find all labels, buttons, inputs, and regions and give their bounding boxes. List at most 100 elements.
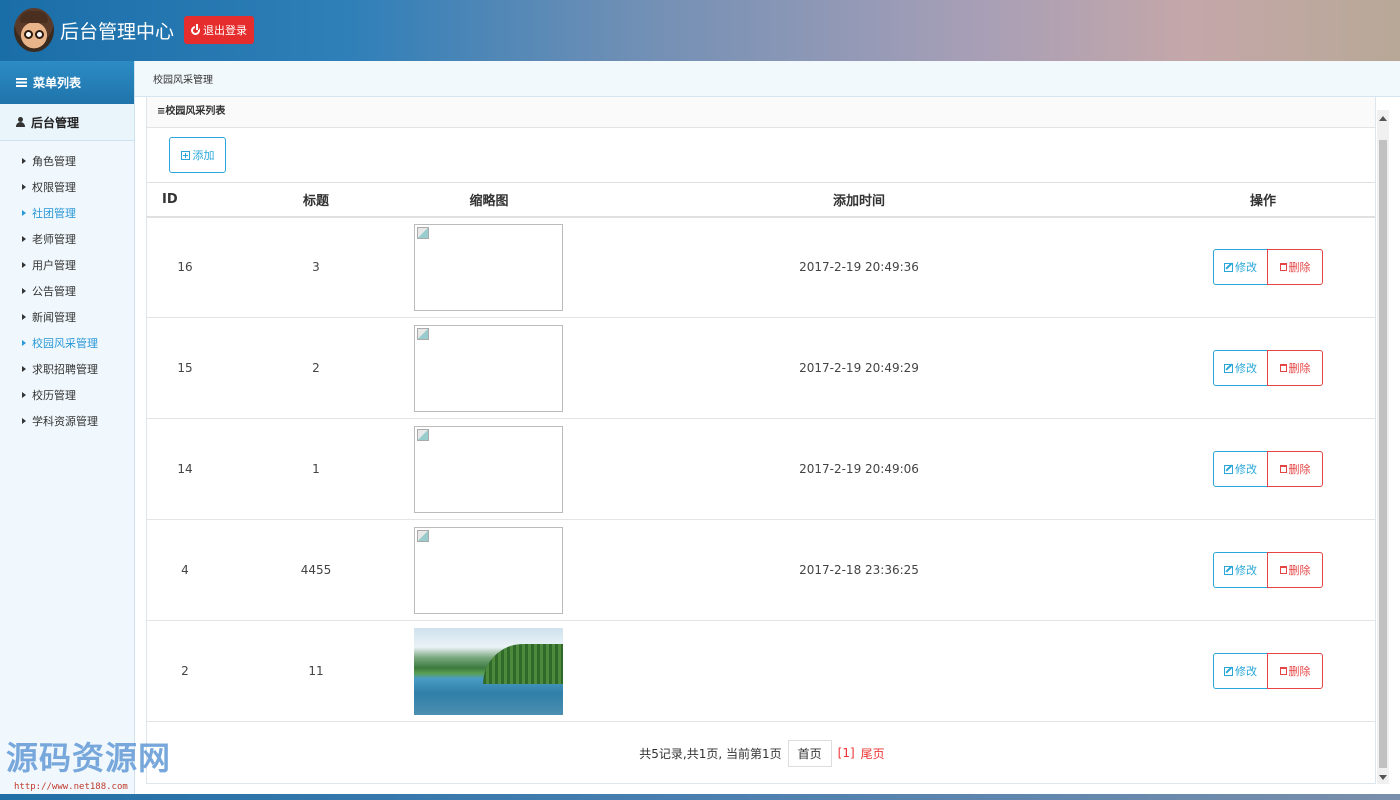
sidebar-item[interactable]: 权限管理	[0, 174, 134, 200]
cell-title: 1	[312, 462, 320, 476]
cell-id: 14	[177, 462, 193, 476]
delete-label: 删除	[1288, 463, 1311, 476]
edit-button[interactable]: 修改	[1213, 249, 1268, 286]
add-button[interactable]: 添加	[169, 137, 226, 173]
delete-label: 删除	[1288, 362, 1311, 375]
row-actions: 修改 删除	[1213, 653, 1323, 689]
logout-button[interactable]: 退出登录	[184, 16, 254, 44]
sidebar-item[interactable]: 公告管理	[0, 278, 134, 304]
delete-button[interactable]: 删除	[1267, 350, 1323, 386]
cell-time: 2017-2-19 20:49:29	[799, 361, 919, 375]
caret-right-icon	[22, 340, 26, 346]
column-header-id: ID	[162, 191, 178, 207]
caret-right-icon	[22, 314, 26, 320]
scroll-down-arrow-icon[interactable]	[1379, 775, 1387, 780]
sidebar-item-label: 老师管理	[32, 233, 76, 246]
sidebar-item[interactable]: 老师管理	[0, 226, 134, 252]
edit-button[interactable]: 修改	[1213, 451, 1268, 487]
table-row: 2 11 修改 删除	[147, 621, 1375, 722]
panel-title: ≡校园风采列表	[157, 106, 226, 117]
cell-thumbnail	[409, 621, 569, 722]
user-icon	[16, 117, 25, 127]
row-actions: 修改 删除	[1213, 350, 1323, 386]
broken-image-icon	[417, 226, 429, 239]
plus-square-icon	[180, 150, 190, 160]
sidebar-item[interactable]: 校历管理	[0, 382, 134, 408]
edit-button[interactable]: 修改	[1213, 552, 1268, 588]
first-page-button[interactable]: 首页	[787, 739, 832, 767]
scroll-thumb[interactable]	[1379, 140, 1387, 768]
table-row: 4 4455 2017-2-18 23:36:25 修改 删除	[147, 520, 1375, 621]
cell-title: 3	[312, 260, 320, 275]
sidebar-item-label: 用户管理	[32, 259, 76, 272]
cell-title: 4455	[300, 563, 332, 577]
table-row: 15 2 2017-2-19 20:49:29 修改 删除	[147, 318, 1375, 419]
delete-label: 删除	[1288, 261, 1311, 275]
current-page-link[interactable]: [1]	[838, 746, 855, 760]
column-header-time: 添加时间	[832, 193, 885, 209]
thumbnail-broken-image	[414, 526, 563, 614]
sidebar-item[interactable]: 学科资源管理	[0, 408, 134, 434]
vertical-scrollbar[interactable]	[1377, 110, 1389, 784]
cell-time	[569, 621, 1149, 722]
thumbnail-broken-image	[414, 223, 563, 311]
sidebar-item-label: 求职招聘管理	[32, 363, 98, 376]
cell-thumbnail	[409, 217, 569, 318]
sidebar-item[interactable]: 求职招聘管理	[0, 356, 134, 382]
sidebar-item[interactable]: 角色管理	[0, 148, 134, 174]
scroll-up-arrow-icon[interactable]	[1379, 116, 1387, 121]
delete-button[interactable]: 删除	[1267, 249, 1323, 286]
thumbnail-image	[414, 627, 563, 715]
trash-icon	[1279, 566, 1287, 574]
sidebar-item[interactable]: 新闻管理	[0, 304, 134, 330]
delete-label: 删除	[1288, 564, 1311, 577]
sidebar-group-admin[interactable]: 后台管理	[0, 104, 134, 141]
sidebar-group-title: 后台管理	[31, 115, 80, 130]
caret-right-icon	[22, 418, 26, 424]
sidebar-item-label: 公告管理	[32, 285, 76, 298]
table-body: 16 3 2017-2-19 20:49:36 修改 删除 15 2 2017-2-19 20…	[147, 217, 1375, 722]
delete-button[interactable]: 删除	[1267, 653, 1323, 689]
edit-button[interactable]: 修改	[1213, 653, 1268, 689]
sidebar-item-label: 新闻管理	[32, 311, 76, 324]
top-header: 后台管理中心 退出登录	[0, 0, 1400, 61]
delete-button[interactable]: 删除	[1267, 552, 1323, 588]
power-icon	[191, 23, 200, 35]
broken-image-icon	[417, 428, 429, 441]
cell-id: 2	[181, 664, 189, 678]
table-row: 16 3 2017-2-19 20:49:36 修改 删除	[147, 217, 1375, 318]
edit-button[interactable]: 修改	[1213, 350, 1268, 386]
thumbnail-broken-image	[414, 425, 563, 513]
sidebar-item[interactable]: 校园风采管理	[0, 330, 134, 356]
sidebar-item-label: 学科资源管理	[32, 415, 98, 428]
sidebar: 菜单列表 后台管理 角色管理权限管理社团管理老师管理用户管理公告管理新闻管理校园…	[0, 61, 135, 800]
caret-right-icon	[22, 158, 26, 164]
trash-icon	[1279, 364, 1287, 372]
cell-time: 2017-2-18 23:36:25	[799, 563, 919, 577]
thumbnail-broken-image	[414, 324, 563, 412]
row-actions: 修改 删除	[1213, 552, 1323, 588]
menu-list-header[interactable]: 菜单列表	[0, 61, 134, 104]
caret-right-icon	[22, 366, 26, 372]
edit-label: 修改	[1235, 665, 1257, 678]
cell-thumbnail	[409, 419, 569, 520]
breadcrumb-current: 校园风采管理	[153, 75, 213, 86]
cell-actions: 修改 删除	[1149, 318, 1375, 419]
pagination: 共5记录,共1页, 当前第1页 首页 [1] 尾页	[147, 737, 1375, 769]
sidebar-item[interactable]: 社团管理	[0, 200, 134, 226]
watermark-url: http://www.net188.com	[14, 782, 128, 792]
sidebar-item-label: 权限管理	[32, 181, 76, 194]
add-label: 添加	[192, 149, 215, 162]
breadcrumb: 校园风采管理	[135, 61, 1400, 97]
cell-time: 2017-2-19 20:49:36	[799, 260, 919, 275]
delete-button[interactable]: 删除	[1267, 451, 1323, 487]
sidebar-item[interactable]: 用户管理	[0, 252, 134, 278]
last-page-link[interactable]: 尾页	[861, 745, 885, 762]
broken-image-icon	[417, 327, 429, 340]
caret-right-icon	[22, 236, 26, 242]
trash-icon	[1279, 465, 1287, 473]
column-header-actions: 操作	[1249, 193, 1276, 209]
watermark-text: 源码资源网	[6, 739, 172, 777]
delete-label: 删除	[1288, 665, 1311, 678]
cell-actions: 修改 删除	[1149, 217, 1375, 318]
